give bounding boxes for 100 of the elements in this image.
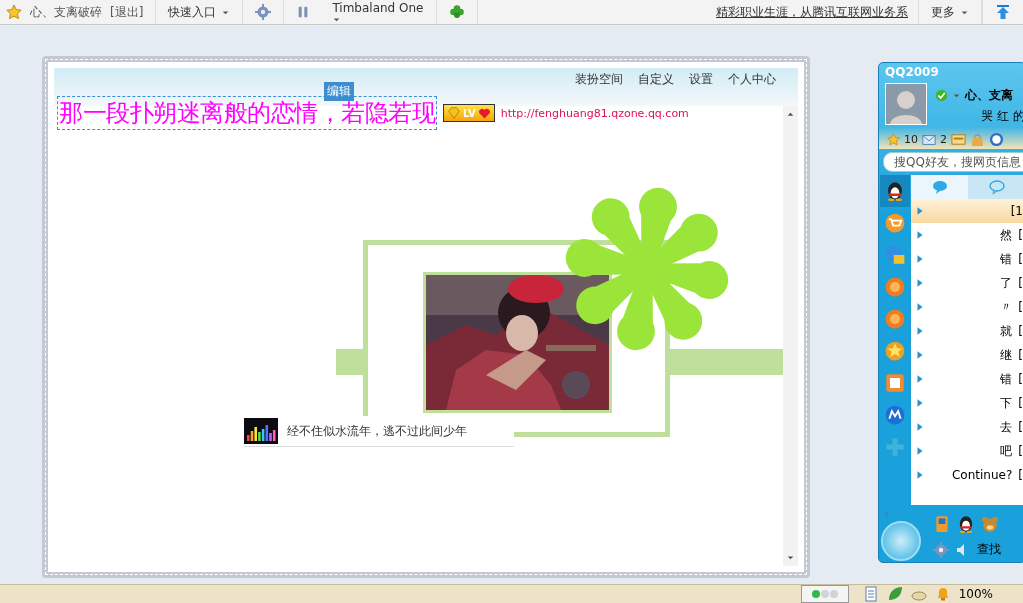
clover-icon[interactable]	[448, 4, 465, 20]
space-url-link[interactable]: http://fenghuang81.qzone.qq.com	[500, 106, 689, 120]
expand-icon	[915, 325, 925, 337]
expand-icon	[915, 301, 925, 313]
contact-name: 错	[1000, 250, 1013, 268]
contact-tag: [	[1018, 300, 1023, 314]
contact-name: 就	[1000, 322, 1013, 340]
mail-count: 2	[940, 133, 947, 146]
star-icon[interactable]	[887, 133, 900, 146]
quick-entry-menu[interactable]: 快速入口	[156, 0, 244, 24]
expand-icon	[915, 373, 925, 385]
song-menu[interactable]: Timbaland One	[332, 0, 424, 24]
music-caption: 经不住似水流年，逃不过此间少年	[287, 422, 467, 440]
contact-name: 〃	[1000, 298, 1013, 316]
document-icon[interactable]	[862, 586, 879, 602]
contact-name: 错	[1000, 370, 1013, 388]
contact-tag: [	[1018, 420, 1023, 434]
bag-icon[interactable]	[970, 132, 985, 147]
user-name[interactable]: 心、支离破碎	[30, 3, 102, 21]
nav-link[interactable]: 装扮空间	[575, 71, 623, 88]
contact-row[interactable]: 然 [	[911, 223, 1023, 247]
expand-icon	[915, 277, 925, 289]
expand-icon	[915, 421, 925, 433]
star-badge-icon[interactable]	[885, 341, 905, 361]
edit-button[interactable]: 编辑	[324, 82, 354, 101]
phone-icon[interactable]	[933, 515, 951, 533]
scroll-up-icon[interactable]	[786, 110, 795, 119]
expand-icon	[915, 229, 925, 241]
contact-row[interactable]: 就 [	[911, 319, 1023, 343]
m-badge-icon[interactable]	[885, 405, 905, 425]
contact-tag: [1	[1010, 204, 1023, 218]
expand-icon	[915, 397, 925, 409]
contact-row[interactable]: 错 [	[911, 247, 1023, 271]
leaf-icon[interactable]	[886, 586, 903, 602]
window-title: QQ2009	[884, 64, 940, 81]
caret-icon[interactable]	[952, 91, 961, 100]
penguin-icon[interactable]	[885, 181, 905, 201]
contact-row[interactable]: [1	[911, 199, 1023, 223]
back-to-top-icon[interactable]	[995, 4, 1011, 20]
star-icon[interactable]	[6, 4, 22, 20]
settings-icon[interactable]	[255, 4, 272, 20]
contact-tag: [	[1018, 324, 1023, 338]
contact-name: 去	[1000, 418, 1013, 436]
circle-icon[interactable]	[989, 132, 1004, 147]
chat-icon	[930, 179, 949, 195]
tab[interactable]	[911, 175, 968, 199]
contact-row[interactable]: 〃 [	[911, 295, 1023, 319]
pet-icon[interactable]	[981, 515, 999, 533]
contact-row[interactable]: 下 [	[911, 391, 1023, 415]
contact-row[interactable]: 继 [	[911, 343, 1023, 367]
cart-icon[interactable]	[885, 213, 905, 233]
scroll-down-icon[interactable]	[786, 553, 795, 562]
contact-name: 了	[1000, 274, 1013, 292]
signature[interactable]: 哭 红 的	[935, 108, 1023, 125]
scrollbar[interactable]	[783, 106, 798, 566]
contact-row[interactable]: 去 [	[911, 415, 1023, 439]
group-chat-icon	[987, 179, 1006, 195]
level-label: LV	[463, 107, 476, 119]
contact-name: Continue?	[952, 468, 1013, 482]
main-menu-button[interactable]	[881, 521, 921, 561]
settings-icon[interactable]	[933, 541, 949, 558]
contact-name: 然	[1000, 226, 1013, 244]
contact-tag: [	[1018, 396, 1023, 410]
logout-link[interactable]: [退出]	[110, 3, 144, 21]
contact-name: 吧	[1000, 442, 1013, 460]
ring-icon[interactable]	[885, 309, 905, 329]
ring-icon[interactable]	[885, 277, 905, 297]
contact-name: 继	[1000, 346, 1013, 364]
contact-row[interactable]: 错 [	[911, 367, 1023, 391]
nav-link[interactable]: 个人中心	[728, 71, 776, 88]
contact-row[interactable]: 吧 [	[911, 439, 1023, 463]
expand-icon	[915, 349, 925, 361]
expand-icon	[915, 469, 925, 481]
contact-tag: [	[1018, 348, 1023, 362]
more-menu[interactable]: 更多	[919, 0, 982, 24]
level-count: 10	[904, 133, 918, 146]
heart-icon	[477, 106, 491, 120]
contact-tag: [	[1018, 276, 1023, 290]
tab[interactable]	[968, 175, 1023, 199]
contact-row[interactable]: Continue? [	[911, 463, 1023, 487]
find-button[interactable]: 查找	[977, 541, 1001, 558]
nickname: 心、支离	[965, 87, 1013, 104]
search-field[interactable]: 搜QQ好友，搜网页信息	[883, 152, 1023, 172]
expand-icon	[915, 445, 925, 457]
contact-name: 下	[1000, 394, 1013, 412]
contact-row[interactable]: 了 [	[911, 271, 1023, 295]
promo-link[interactable]: 精彩职业生涯，从腾讯互联网业务系	[716, 3, 908, 21]
contact-tag: [	[1018, 468, 1023, 482]
penguin-icon[interactable]	[957, 515, 975, 533]
status-icon[interactable]	[935, 89, 948, 102]
nav-link[interactable]: 自定义	[638, 71, 674, 88]
contact-tag: [	[1018, 252, 1023, 266]
expand-icon	[915, 253, 925, 265]
nav-link[interactable]: 设置	[689, 71, 713, 88]
contact-tag: [	[1018, 228, 1023, 242]
zoom-level[interactable]: 100%	[958, 587, 993, 601]
expand-icon	[915, 205, 925, 217]
avatar[interactable]	[885, 83, 927, 125]
mail-icon[interactable]	[922, 132, 936, 147]
equalizer-icon[interactable]	[244, 418, 278, 444]
